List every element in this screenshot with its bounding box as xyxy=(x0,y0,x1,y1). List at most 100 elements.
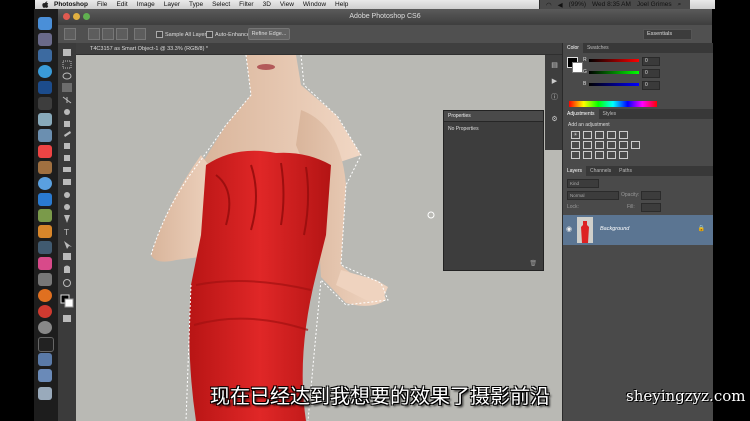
properties-panel-title[interactable]: Properties xyxy=(444,111,543,122)
curves-icon[interactable] xyxy=(595,131,604,139)
auto-enhance-checkbox[interactable] xyxy=(206,31,213,38)
workspace-dropdown[interactable]: Essentials xyxy=(643,29,692,40)
menu-file[interactable]: File xyxy=(97,1,107,8)
menu-photoshop[interactable]: Photoshop xyxy=(54,1,88,8)
tab-color[interactable]: Color xyxy=(563,43,583,53)
safari-icon[interactable] xyxy=(38,65,52,78)
photo-filter-icon[interactable] xyxy=(607,141,616,149)
exposure-icon[interactable] xyxy=(607,131,616,139)
menu-help[interactable]: Help xyxy=(335,1,348,8)
flickr-icon[interactable] xyxy=(38,257,52,270)
contacts-icon[interactable] xyxy=(38,161,52,174)
menu-select[interactable]: Select xyxy=(212,1,230,8)
mail-icon[interactable] xyxy=(38,113,52,126)
actions-icon[interactable]: ▶ xyxy=(549,77,560,87)
calendar-icon[interactable] xyxy=(38,145,52,158)
selective-color-icon[interactable] xyxy=(619,151,628,159)
tools-panel-icons[interactable]: T xyxy=(58,43,76,421)
vibrance-icon[interactable] xyxy=(619,131,628,139)
menu-window[interactable]: Window xyxy=(303,1,326,8)
channel-g-value[interactable]: 0 xyxy=(642,69,660,78)
zoom-button[interactable] xyxy=(83,13,90,20)
levels-icon[interactable] xyxy=(583,131,592,139)
photoshop-icon[interactable] xyxy=(38,81,52,94)
tab-swatches[interactable]: Swatches xyxy=(583,43,613,53)
spotlight-icon[interactable]: ⌕ xyxy=(678,1,682,9)
channel-b-value[interactable]: 0 xyxy=(642,81,660,90)
firefox-icon[interactable] xyxy=(38,289,52,302)
chrome-icon[interactable] xyxy=(38,305,52,318)
color-spectrum[interactable] xyxy=(569,101,657,107)
properties-icon[interactable]: ⚙ xyxy=(549,115,560,125)
documents-icon[interactable] xyxy=(38,369,52,382)
itunes-icon[interactable] xyxy=(38,177,52,190)
finder-icon[interactable] xyxy=(38,17,52,30)
menu-edit[interactable]: Edit xyxy=(116,1,127,8)
new-selection-icon[interactable] xyxy=(88,28,100,40)
blend-mode-dropdown[interactable]: Normal xyxy=(567,191,619,200)
terminal-icon[interactable] xyxy=(38,337,54,352)
hue-saturation-icon[interactable] xyxy=(571,141,580,149)
layer-row-background[interactable]: ◉ Background 🔒 xyxy=(563,215,713,245)
dashboard-icon[interactable] xyxy=(38,33,52,46)
sample-all-layers-option[interactable]: Sample All Layers xyxy=(156,31,209,38)
visibility-eye-icon[interactable]: ◉ xyxy=(566,225,572,233)
refine-edge-button[interactable]: Refine Edge... xyxy=(248,28,290,40)
bridge-icon[interactable] xyxy=(38,97,52,110)
sample-all-layers-checkbox[interactable] xyxy=(156,31,163,38)
photos-icon[interactable] xyxy=(38,209,52,222)
clock[interactable]: Wed 8:35 AM xyxy=(592,1,631,8)
menu-image[interactable]: Image xyxy=(137,1,155,8)
channel-mixer-icon[interactable] xyxy=(619,141,628,149)
tab-layers[interactable]: Layers xyxy=(563,166,587,176)
channel-b-slider[interactable] xyxy=(589,83,639,86)
fill-field[interactable] xyxy=(641,203,661,212)
menu-layer[interactable]: Layer xyxy=(164,1,180,8)
minimize-button[interactable] xyxy=(73,13,80,20)
calculator-icon[interactable] xyxy=(38,273,52,286)
threshold-icon[interactable] xyxy=(595,151,604,159)
menu-type[interactable]: Type xyxy=(189,1,203,8)
channel-g-slider[interactable] xyxy=(589,71,639,74)
system-preferences-icon[interactable] xyxy=(38,321,52,334)
brush-size-icon[interactable] xyxy=(134,28,146,40)
tab-paths[interactable]: Paths xyxy=(615,166,636,176)
tab-styles[interactable]: Styles xyxy=(599,109,621,119)
downloads-icon[interactable] xyxy=(38,353,52,366)
apple-icon[interactable] xyxy=(41,0,50,9)
add-to-selection-icon[interactable] xyxy=(102,28,114,40)
menu-filter[interactable]: Filter xyxy=(239,1,253,8)
quick-selection-preset-icon[interactable] xyxy=(64,28,76,40)
user-name[interactable]: Joel Grimes xyxy=(637,1,672,8)
battery-status[interactable]: (99%) xyxy=(569,1,586,8)
trash-icon[interactable]: 🗑 xyxy=(529,260,537,267)
info-icon[interactable]: ⓘ xyxy=(549,93,560,103)
tab-adjustments[interactable]: Adjustments xyxy=(563,109,599,119)
color-lookup-icon[interactable] xyxy=(631,141,640,149)
layer-name[interactable]: Background xyxy=(600,226,629,232)
illustrator-icon[interactable] xyxy=(38,225,52,238)
preview-icon[interactable] xyxy=(38,129,52,142)
history-icon[interactable]: ▤ xyxy=(549,61,560,71)
opacity-field[interactable] xyxy=(641,191,661,200)
subtract-selection-icon[interactable] xyxy=(116,28,128,40)
auto-enhance-option[interactable]: Auto-Enhance xyxy=(206,31,250,38)
tab-channels[interactable]: Channels xyxy=(586,166,615,176)
app-store-icon[interactable] xyxy=(38,193,52,206)
document-tab[interactable]: T4C3157 as Smart Object-1 @ 33.3% (RGB/8… xyxy=(76,43,596,55)
menu-3d[interactable]: 3D xyxy=(263,1,271,8)
invert-icon[interactable] xyxy=(571,151,580,159)
gradient-map-icon[interactable] xyxy=(607,151,616,159)
channel-r-value[interactable]: 0 xyxy=(642,57,660,66)
volume-icon[interactable]: ◀ xyxy=(558,1,563,9)
wifi-icon[interactable]: ◠ xyxy=(546,1,552,9)
menu-view[interactable]: View xyxy=(280,1,294,8)
trash-icon[interactable] xyxy=(38,387,52,400)
black-white-icon[interactable] xyxy=(595,141,604,149)
mission-control-icon[interactable] xyxy=(38,49,52,62)
close-button[interactable] xyxy=(63,13,70,20)
posterize-icon[interactable] xyxy=(583,151,592,159)
lightroom-icon[interactable] xyxy=(38,241,52,254)
brightness-contrast-icon[interactable]: ☀ xyxy=(571,131,580,139)
color-balance-icon[interactable] xyxy=(583,141,592,149)
